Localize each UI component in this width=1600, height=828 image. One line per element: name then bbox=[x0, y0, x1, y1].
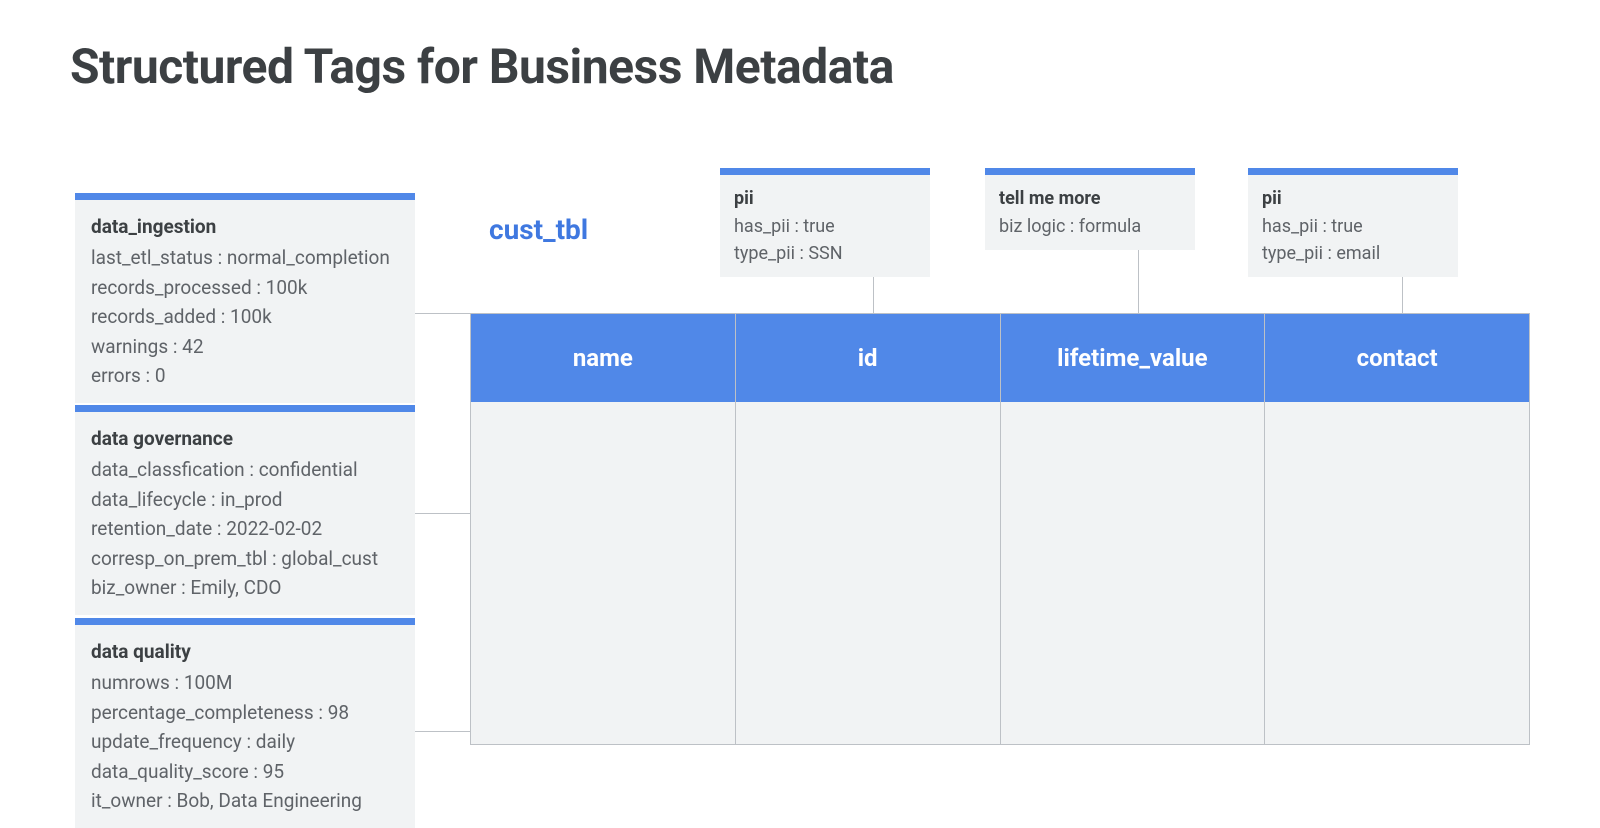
tag-card-tell-me-more: tell me more biz logic : formula bbox=[985, 168, 1195, 250]
data-table: name id lifetime_value contact bbox=[470, 313, 1530, 745]
tag-card-title: data governance bbox=[91, 424, 399, 453]
column-body bbox=[1001, 402, 1265, 744]
tag-card-line: records_added : 100k bbox=[91, 302, 399, 331]
tag-card-line: corresp_on_prem_tbl : global_cust bbox=[91, 544, 399, 573]
tag-card-line: data_lifecycle : in_prod bbox=[91, 485, 399, 514]
connector-line bbox=[1138, 250, 1139, 313]
tag-card-line: has_pii : true bbox=[734, 213, 916, 240]
connector-line bbox=[415, 718, 470, 732]
tag-card-line: retention_date : 2022-02-02 bbox=[91, 514, 399, 543]
connector-line bbox=[873, 277, 874, 313]
tag-card-line: type_pii : SSN bbox=[734, 240, 916, 267]
tag-card-line: biz_owner : Emily, CDO bbox=[91, 573, 399, 602]
column-header: name bbox=[471, 314, 735, 402]
page-title: Structured Tags for Business Metadata bbox=[70, 38, 894, 95]
table-column-contact: contact bbox=[1265, 314, 1529, 744]
tag-card-title: data_ingestion bbox=[91, 212, 399, 241]
tag-card-line: update_frequency : daily bbox=[91, 727, 399, 756]
tag-card-data-ingestion: data_ingestion last_etl_status : normal_… bbox=[75, 193, 415, 403]
tag-card-line: errors : 0 bbox=[91, 361, 399, 390]
tag-card-title: tell me more bbox=[999, 185, 1181, 212]
table-name: cust_tbl bbox=[489, 213, 588, 246]
connector-line bbox=[415, 300, 470, 314]
tag-card-line: type_pii : email bbox=[1262, 240, 1444, 267]
tag-card-line: numrows : 100M bbox=[91, 668, 399, 697]
tag-card-line: warnings : 42 bbox=[91, 332, 399, 361]
tag-card-line: has_pii : true bbox=[1262, 213, 1444, 240]
tag-card-line: data_quality_score : 95 bbox=[91, 757, 399, 786]
tag-card-line: records_processed : 100k bbox=[91, 273, 399, 302]
tag-card-title: pii bbox=[1262, 185, 1444, 212]
tag-card-data-quality: data quality numrows : 100M percentage_c… bbox=[75, 618, 415, 828]
column-body bbox=[471, 402, 735, 744]
connector-line bbox=[415, 500, 470, 514]
table-column-lifetime-value: lifetime_value bbox=[1001, 314, 1266, 744]
tag-card-line: biz logic : formula bbox=[999, 213, 1181, 240]
tag-card-title: pii bbox=[734, 185, 916, 212]
column-body bbox=[1265, 402, 1529, 744]
table-column-name: name bbox=[471, 314, 736, 744]
tag-card-pii-contact: pii has_pii : true type_pii : email bbox=[1248, 168, 1458, 277]
tag-card-data-governance: data governance data_classfication : con… bbox=[75, 405, 415, 615]
tag-card-line: last_etl_status : normal_completion bbox=[91, 243, 399, 272]
column-header: contact bbox=[1265, 314, 1529, 402]
tag-card-line: percentage_completeness : 98 bbox=[91, 698, 399, 727]
column-body bbox=[736, 402, 1000, 744]
tag-card-title: data quality bbox=[91, 637, 399, 666]
table-column-id: id bbox=[736, 314, 1001, 744]
tag-card-pii-id: pii has_pii : true type_pii : SSN bbox=[720, 168, 930, 277]
column-header: lifetime_value bbox=[1001, 314, 1265, 402]
tag-card-line: it_owner : Bob, Data Engineering bbox=[91, 786, 399, 815]
tag-card-line: data_classfication : confidential bbox=[91, 455, 399, 484]
column-header: id bbox=[736, 314, 1000, 402]
connector-line bbox=[1402, 277, 1403, 313]
